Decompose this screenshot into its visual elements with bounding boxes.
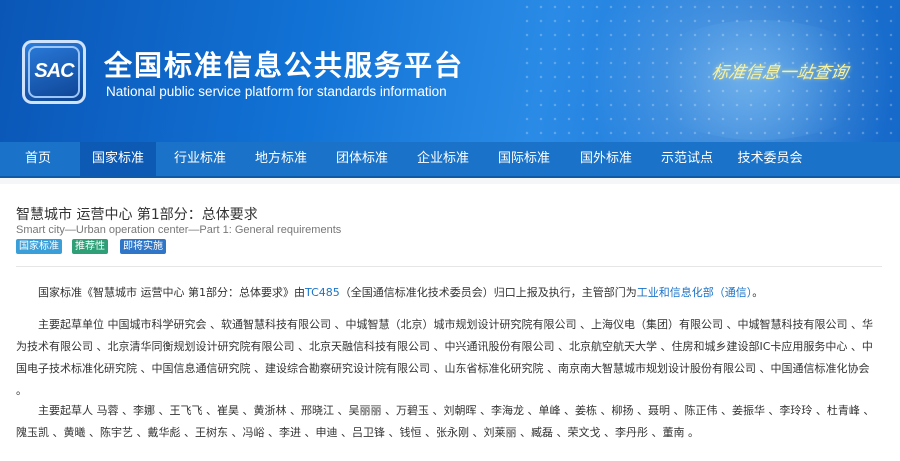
nav-group-standards[interactable]: 团体标准 — [324, 142, 400, 176]
nav-foreign-standards[interactable]: 国外标准 — [568, 142, 644, 176]
site-title: 全国标准信息公共服务平台 — [104, 49, 465, 82]
nav-home[interactable]: 首页 — [0, 142, 76, 176]
badge-recommended: 推荐性 — [72, 239, 108, 254]
nav-pilot-demonstration[interactable]: 示范试点 — [649, 142, 725, 176]
department-link[interactable]: 工业和信息化部（通信） — [637, 286, 753, 299]
main-nav: 首页 国家标准 行业标准 地方标准 团体标准 企业标准 国际标准 国外标准 示范… — [0, 142, 900, 178]
nav-industry-standards[interactable]: 行业标准 — [162, 142, 238, 176]
summary-text-3: 。 — [752, 286, 764, 299]
section-divider — [16, 266, 882, 267]
standard-title-en: Smart city—Urban operation center—Part 1… — [16, 224, 342, 236]
nav-national-standards[interactable]: 国家标准 — [80, 142, 156, 176]
header-banner: SAC 全国标准信息公共服务平台 National public service… — [0, 0, 900, 142]
nav-international-standards[interactable]: 国际标准 — [486, 142, 562, 176]
summary-text-1: 国家标准《智慧城市 运营中心 第1部分：总体要求》由 — [38, 286, 305, 299]
standard-detail: 智慧城市 运营中心 第1部分：总体要求 Smart city—Urban ope… — [0, 184, 900, 461]
badge-national-standard: 国家标准 — [16, 239, 62, 254]
standard-title: 智慧城市 运营中心 第1部分：总体要求 — [16, 207, 258, 223]
drafters-paragraph: 主要起草人 马蓉 、李娜 、王飞飞 、崔昊 、黄浙林 、邢晓江 、吴丽丽 、万碧… — [16, 404, 875, 439]
drafting-units-paragraph: 主要起草单位 中国城市科学研究会 、软通智慧科技有限公司 、中城智慧（北京）城市… — [16, 318, 873, 397]
nav-enterprise-standards[interactable]: 企业标准 — [405, 142, 481, 176]
logo-text: SAC — [34, 60, 74, 82]
nav-technical-committees[interactable]: 技术委员会 — [730, 142, 810, 176]
nav-local-standards[interactable]: 地方标准 — [243, 142, 319, 176]
summary-text-2: （全国通信标准化技术委员会）归口上报及执行，主管部门为 — [339, 286, 637, 299]
sac-logo[interactable]: SAC — [22, 40, 86, 104]
badge-upcoming: 即将实施 — [120, 239, 166, 254]
summary-paragraph: 国家标准《智慧城市 运营中心 第1部分：总体要求》由TC485（全国通信标准化技… — [16, 282, 882, 304]
site-subtitle: National public service platform for sta… — [106, 84, 447, 99]
site-slogan: 标准信息一站查询 — [709, 63, 850, 83]
tc485-link[interactable]: TC485 — [305, 286, 340, 299]
